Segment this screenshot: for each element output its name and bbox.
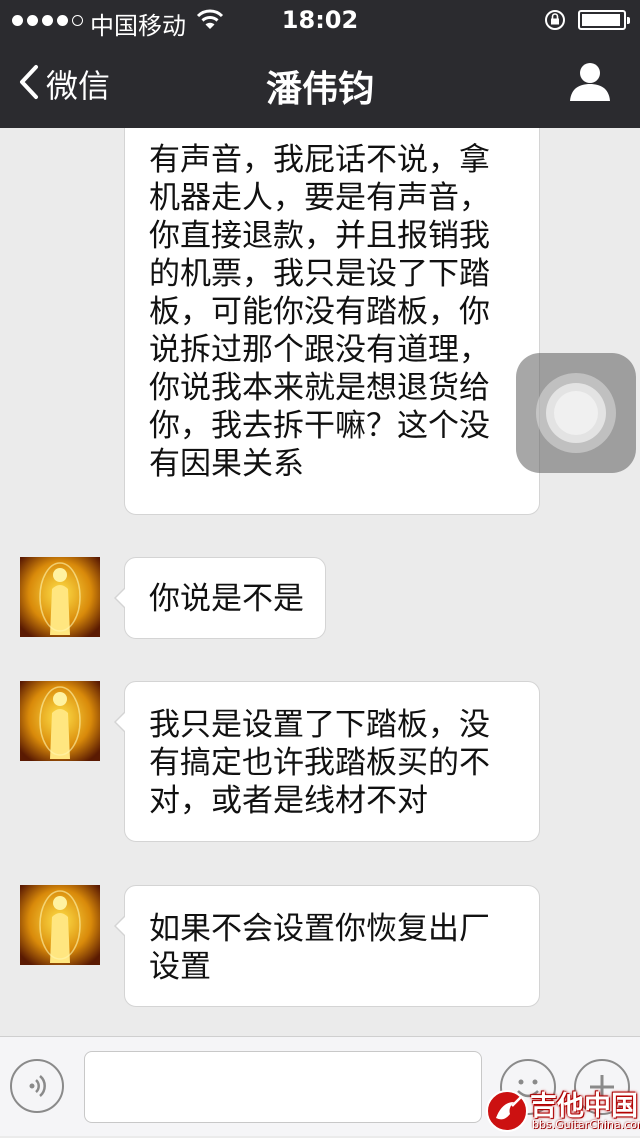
assistive-touch-icon[interactable] — [516, 353, 636, 473]
message-text: 有声音，我屁话不说，拿 机器走人，要是有声音， 你直接退款，并且报销我 的机票，… — [149, 142, 490, 482]
message-text: 如果不会设置你恢复出厂 设置 — [149, 911, 490, 985]
watermark-url: bbs.GuitarChina.com — [532, 1118, 640, 1131]
rotation-lock-icon — [543, 9, 567, 35]
message-text: 我只是设置了下踏板，没 有搞定也许我踏板买的不 对，或者是线材不对 — [149, 707, 490, 819]
header: 中国移动 18:02 微信 潘伟钧 — [0, 0, 640, 128]
message-bubble[interactable]: 如果不会设置你恢复出厂 设置 — [114, 885, 540, 1007]
message-input[interactable] — [84, 1051, 482, 1123]
chat-title: 潘伟钧 — [265, 69, 374, 110]
message-bubble[interactable]: 我只是设置了下踏板，没 有搞定也许我踏板买的不 对，或者是线材不对 — [114, 681, 540, 842]
avatar[interactable] — [20, 885, 100, 965]
person-icon[interactable] — [568, 62, 612, 106]
message-list[interactable]: 有声音，我屁话不说，拿 机器走人，要是有声音， 你直接退款，并且报销我 的机票，… — [0, 128, 640, 1036]
voice-icon — [29, 1075, 46, 1097]
guitar-logo-icon — [484, 1088, 530, 1138]
avatar[interactable] — [20, 681, 100, 761]
message-text: 你说是不是 — [149, 581, 304, 617]
avatar[interactable] — [20, 557, 100, 637]
message-bubble[interactable]: 有声音，我屁话不说，拿 机器走人，要是有声音， 你直接退款，并且报销我 的机票，… — [124, 128, 540, 515]
watermark: 吉他中国 bbs.GuitarChina.com — [484, 1084, 640, 1136]
message-bubble[interactable]: 你说是不是 — [114, 557, 326, 639]
status-bar: 中国移动 18:02 — [0, 0, 640, 40]
voice-button[interactable] — [10, 1059, 64, 1113]
battery-icon — [578, 10, 630, 30]
